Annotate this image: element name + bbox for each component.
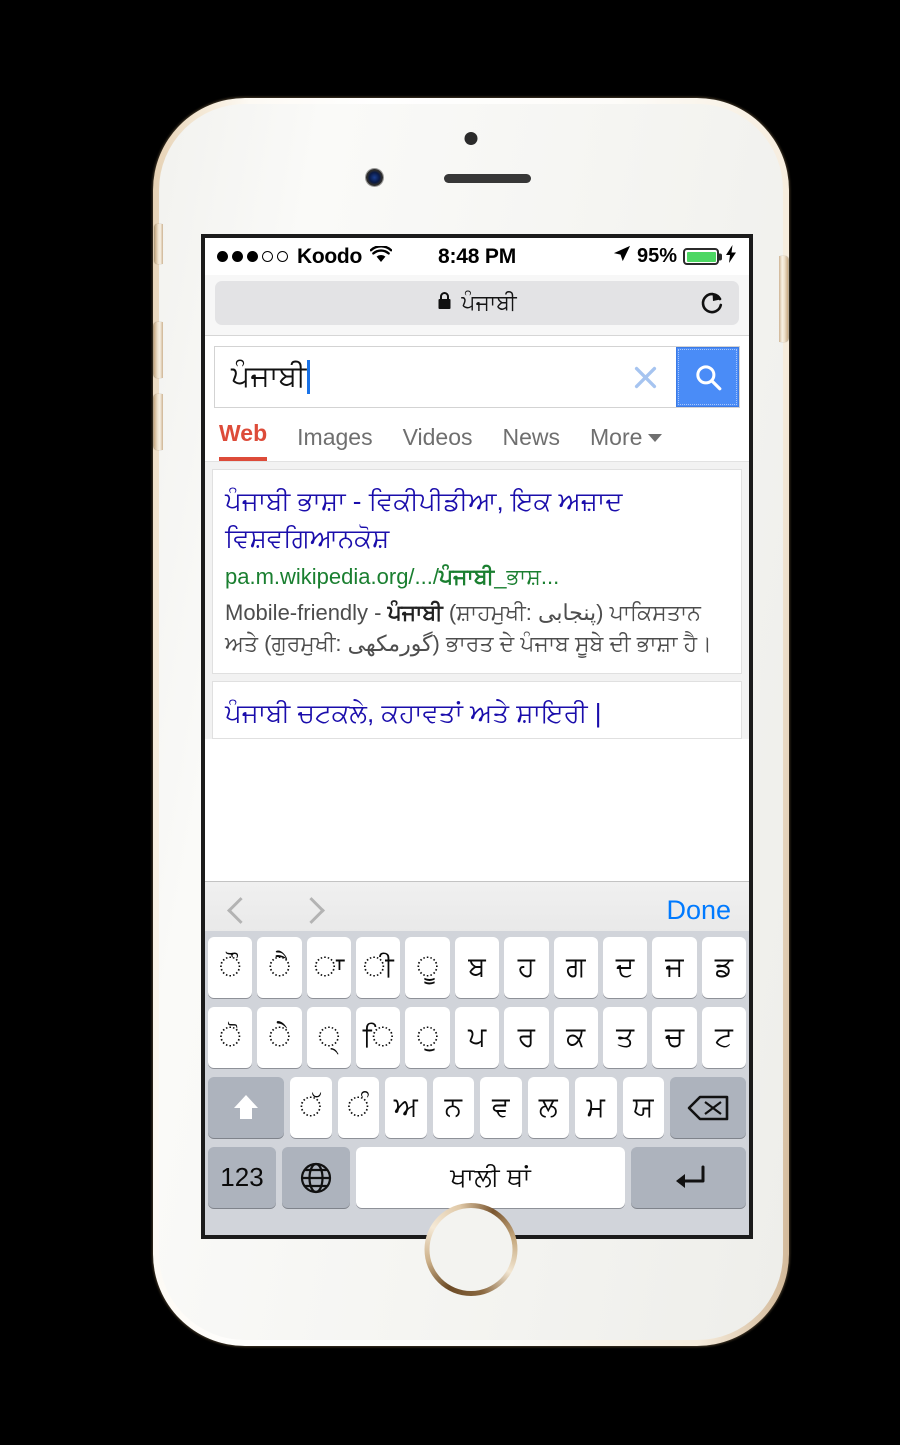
chevron-down-icon	[648, 433, 663, 442]
key-row2-3[interactable]: ੍	[306, 1007, 352, 1068]
globe-language-key[interactable]	[282, 1147, 350, 1208]
key-row2-10[interactable]: ਚ	[652, 1007, 697, 1068]
phone-front-face: Koodo 8:48 PM 95% ਪੰਜਾਬੀ ਪੰਜਾਬੀ Web Imag…	[154, 104, 788, 1340]
numbers-key[interactable]: 123	[208, 1147, 276, 1208]
previous-field-button[interactable]	[227, 897, 254, 924]
url-address-field[interactable]: ਪੰਜਾਬੀ	[215, 281, 739, 325]
google-search-area: ਪੰਜਾਬੀ	[205, 336, 749, 408]
snippet-prefix: Mobile-friendly -	[225, 600, 388, 626]
key-row2-9[interactable]: ਤ	[602, 1007, 648, 1068]
keyboard-row-1: ੌ ੈ ਾ ੀ ੂ ਬ ਹ ਗ ਦ ਜ ਡ	[208, 937, 746, 998]
search-submit-button[interactable]	[676, 347, 739, 407]
status-bar: Koodo 8:48 PM 95%	[205, 238, 749, 275]
front-camera-icon	[366, 169, 383, 186]
search-result-item[interactable]: ਪੰਜਾਬੀ ਚਟਕਲੇ, ਕਹਾਵਤਾਂ ਅਤੇ ਸ਼ਾਇਰੀ |	[212, 681, 742, 740]
key-row1-4[interactable]: ੀ	[356, 937, 401, 998]
wifi-icon	[369, 244, 393, 269]
tab-videos[interactable]: Videos	[403, 424, 473, 461]
key-row2-11[interactable]: ਟ	[701, 1007, 746, 1068]
volume-down-button[interactable]	[154, 394, 163, 450]
carrier-name: Koodo	[297, 244, 362, 268]
battery-icon	[683, 248, 722, 265]
return-key[interactable]	[631, 1147, 746, 1208]
reload-icon[interactable]	[699, 289, 725, 317]
key-row3-8[interactable]: ਯ	[622, 1077, 664, 1138]
search-results-list: ਪੰਜਾਬੀ ਭਾਸ਼ਾ - ਵਿਕੀਪੀਡੀਆ, ਇਕ ਅਜ਼ਾਦ ਵਿਸ਼ਵ…	[205, 462, 749, 740]
result-url-domain: pa.m.wikipedia.org/.../	[225, 563, 439, 589]
location-arrow-icon	[612, 244, 631, 269]
status-time: 8:48 PM	[438, 244, 516, 268]
keyboard-done-button[interactable]: Done	[666, 895, 731, 926]
status-right-group: 95%	[612, 244, 737, 269]
snippet-highlight: ਪੰਜਾਬੀ	[387, 600, 443, 626]
clear-search-button[interactable]	[631, 363, 666, 392]
key-row1-3[interactable]: ਾ	[306, 937, 352, 998]
search-input[interactable]: ਪੰਜਾਬੀ	[215, 347, 676, 407]
result-title-link[interactable]: ਪੰਜਾਬੀ ਚਟਕਲੇ, ਕਹਾਵਤਾਂ ਅਤੇ ਸ਼ਾਇਰੀ |	[225, 695, 729, 732]
key-row1-10[interactable]: ਜ	[652, 937, 697, 998]
keyboard-row-4: 123 ਖਾਲੀ ਥਾਂ	[208, 1147, 746, 1208]
tab-images[interactable]: Images	[297, 424, 372, 461]
next-field-button[interactable]	[298, 897, 325, 924]
phone-screen: Koodo 8:48 PM 95% ਪੰਜਾਬੀ ਪੰਜਾਬੀ Web Imag…	[201, 234, 753, 1239]
search-query-text: ਪੰਜਾਬੀ	[231, 360, 307, 393]
text-cursor	[307, 360, 311, 394]
key-row2-7[interactable]: ਰ	[504, 1007, 549, 1068]
shift-key[interactable]	[208, 1077, 284, 1138]
key-row2-2[interactable]: ੇ	[257, 1007, 302, 1068]
result-url: pa.m.wikipedia.org/.../ਪੰਜਾਬੀ_ਭਾਸ਼...	[225, 563, 729, 592]
key-row3-4[interactable]: ਨ	[432, 1077, 474, 1138]
power-button[interactable]	[779, 256, 788, 342]
page-title: ਪੰਜਾਬੀ	[461, 290, 517, 315]
key-row2-1[interactable]: ੋ	[208, 1007, 253, 1068]
key-row1-2[interactable]: ੈ	[257, 937, 302, 998]
volume-up-button[interactable]	[154, 322, 163, 378]
phone-device-frame: Koodo 8:48 PM 95% ਪੰਜਾਬੀ ਪੰਜਾਬੀ Web Imag…	[153, 98, 789, 1346]
backspace-key[interactable]	[670, 1077, 746, 1138]
key-row3-3[interactable]: ਅ	[385, 1077, 427, 1138]
tab-more[interactable]: More	[590, 424, 663, 461]
key-row1-7[interactable]: ਹ	[504, 937, 549, 998]
key-row2-8[interactable]: ਕ	[553, 1007, 598, 1068]
key-row1-9[interactable]: ਦ	[602, 937, 648, 998]
key-row1-5[interactable]: ੂ	[405, 937, 450, 998]
result-snippet: Mobile-friendly - ਪੰਜਾਬੀ (ਸ਼ਾਹਮੁਖੀ: پنجا…	[225, 598, 729, 659]
lightning-bolt-icon	[725, 244, 737, 269]
tab-more-label: More	[590, 424, 643, 450]
lock-icon	[437, 290, 452, 316]
signal-strength-icon	[217, 251, 288, 262]
on-screen-keyboard: ੌ ੈ ਾ ੀ ੂ ਬ ਹ ਗ ਦ ਜ ਡ ੋ ੇ ੍ ਿ ੁ ਪ ਰ ਕ ਤ …	[205, 931, 749, 1235]
home-button-inner	[429, 1208, 513, 1291]
browser-toolbar: ਪੰਜਾਬੀ	[205, 275, 749, 336]
silent-switch-button[interactable]	[155, 224, 163, 264]
result-title-link[interactable]: ਪੰਜਾਬੀ ਭਾਸ਼ਾ - ਵਿਕੀਪੀਡੀਆ, ਇਕ ਅਜ਼ਾਦ ਵਿਸ਼ਵ…	[225, 483, 729, 557]
keyboard-row-3: ੱ ੰ ਅ ਨ ਵ ਲ ਮ ਯ	[208, 1077, 746, 1138]
key-row3-6[interactable]: ਲ	[527, 1077, 569, 1138]
result-url-tail: _ਭਾਸ਼...	[494, 563, 560, 589]
key-row2-6[interactable]: ਪ	[454, 1007, 500, 1068]
search-result-item[interactable]: ਪੰਜਾਬੀ ਭਾਸ਼ਾ - ਵਿਕੀਪੀਡੀਆ, ਇਕ ਅਜ਼ਾਦ ਵਿਸ਼ਵ…	[212, 469, 742, 675]
key-row3-7[interactable]: ਮ	[575, 1077, 617, 1138]
key-row3-2[interactable]: ੰ	[337, 1077, 379, 1138]
search-bar: ਪੰਜਾਬੀ	[214, 346, 740, 408]
key-row1-11[interactable]: ਡ	[701, 937, 746, 998]
tab-web[interactable]: Web	[219, 420, 268, 461]
tab-news[interactable]: News	[503, 424, 561, 461]
key-row1-6[interactable]: ਬ	[454, 937, 500, 998]
earpiece-speaker	[444, 174, 531, 183]
key-row1-8[interactable]: ਗ	[553, 937, 598, 998]
key-row3-5[interactable]: ਵ	[480, 1077, 522, 1138]
key-row2-5[interactable]: ੁ	[405, 1007, 450, 1068]
proximity-sensor-icon	[464, 132, 478, 145]
keyboard-row-2: ੋ ੇ ੍ ਿ ੁ ਪ ਰ ਕ ਤ ਚ ਟ	[208, 1007, 746, 1068]
result-url-highlight: ਪੰਜਾਬੀ	[438, 563, 495, 589]
battery-percent: 95%	[636, 245, 677, 267]
space-key[interactable]: ਖਾਲੀ ਥਾਂ	[356, 1147, 625, 1208]
key-row1-1[interactable]: ੌ	[208, 937, 253, 998]
home-button[interactable]	[424, 1203, 518, 1296]
key-row2-4[interactable]: ਿ	[356, 1007, 401, 1068]
key-row3-1[interactable]: ੱ	[290, 1077, 332, 1138]
search-result-tabs: Web Images Videos News More	[205, 408, 749, 462]
url-text-group: ਪੰਜਾਬੀ	[437, 290, 517, 316]
